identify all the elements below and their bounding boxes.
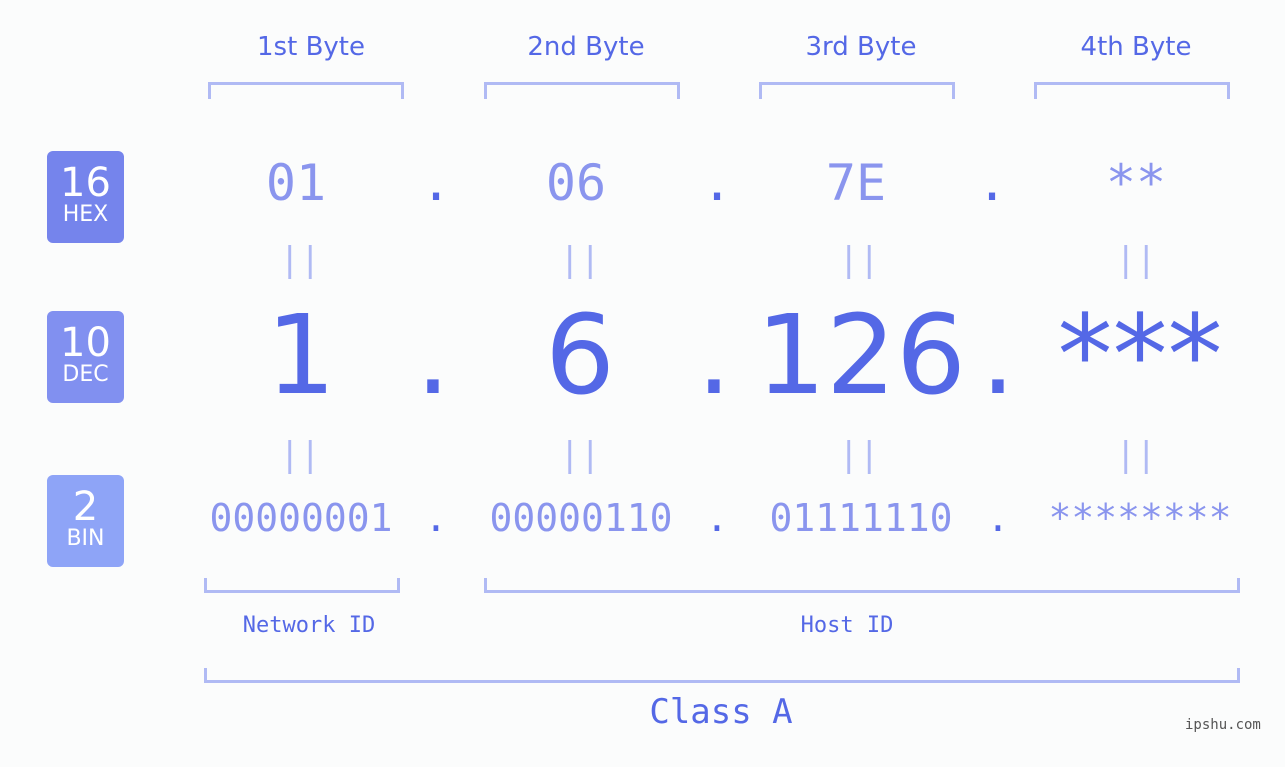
equals-dec-bin-2: || (559, 435, 601, 475)
hex-badge: 16 HEX (47, 151, 124, 243)
byte-header-1: 1st Byte (257, 32, 365, 62)
watermark: ipshu.com (1185, 717, 1261, 733)
byte-header-2: 2nd Byte (527, 32, 645, 62)
bin-dot-3: . (986, 496, 1010, 540)
equals-hex-dec-2: || (559, 240, 601, 280)
bin-dot-1: . (424, 496, 448, 540)
bin-badge: 2 BIN (47, 475, 124, 567)
network-id-bracket (204, 578, 400, 593)
dec-dot-1: . (415, 291, 451, 419)
dec-badge: 10 DEC (47, 311, 124, 403)
host-id-label: Host ID (800, 613, 894, 638)
equals-dec-bin-3: || (838, 435, 880, 475)
byte-bracket-3 (759, 82, 955, 99)
equals-hex-dec-4: || (1115, 240, 1157, 280)
bin-dot-2: . (705, 496, 729, 540)
host-id-bracket (484, 578, 1240, 593)
bin-badge-label: BIN (66, 526, 105, 551)
byte-bracket-4 (1034, 82, 1230, 99)
hex-dot-2: . (701, 154, 733, 212)
dec-dot-3: . (980, 291, 1016, 419)
equals-hex-dec-3: || (838, 240, 880, 280)
hex-dot-3: . (976, 154, 1008, 212)
dec-badge-number: 10 (60, 320, 111, 366)
equals-dec-bin-1: || (279, 435, 321, 475)
byte-header-3: 3rd Byte (805, 32, 917, 62)
class-label: Class A (649, 692, 793, 732)
hex-badge-number: 16 (60, 160, 111, 206)
dec-badge-label: DEC (62, 362, 109, 387)
bin-badge-number: 2 (72, 484, 99, 530)
byte-bracket-1 (208, 82, 404, 99)
equals-hex-dec-1: || (279, 240, 321, 280)
hex-badge-label: HEX (62, 202, 109, 227)
dec-dot-2: . (696, 291, 732, 419)
network-id-label: Network ID (242, 613, 376, 638)
byte-bracket-2 (484, 82, 680, 99)
byte-header-4: 4th Byte (1080, 32, 1192, 62)
class-bracket (204, 668, 1240, 683)
equals-dec-bin-4: || (1115, 435, 1157, 475)
hex-dot-1: . (420, 154, 452, 212)
